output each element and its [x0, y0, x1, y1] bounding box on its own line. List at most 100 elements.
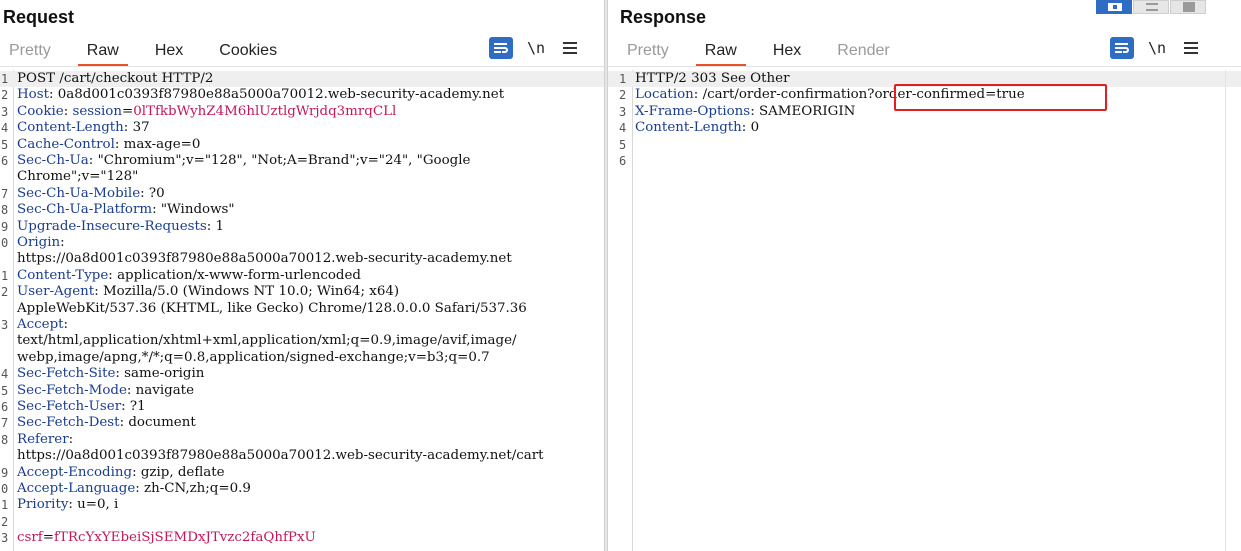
- tab-pretty[interactable]: Pretty: [0, 38, 60, 66]
- line-text: Sec-Fetch-Site: same-origin: [17, 366, 204, 382]
- code-line[interactable]: 6: [608, 153, 1241, 169]
- tab-pretty[interactable]: Pretty: [618, 38, 678, 66]
- layout-split-icon[interactable]: [1096, 0, 1132, 14]
- word-wrap-icon[interactable]: [1110, 37, 1134, 59]
- code-line[interactable]: 3 Cookie: session=0lTfkbWyhZ4M6hlUztlgWrj…: [0, 104, 604, 120]
- code-line[interactable]: 8 Referer:: [0, 432, 604, 448]
- code-line[interactable]: text/html,application/xhtml+xml,applicat…: [0, 333, 604, 349]
- code-line[interactable]: webp,image/apng,*/*;q=0.8,application/si…: [0, 350, 604, 366]
- tab-render[interactable]: Render: [828, 38, 898, 66]
- annotation-highlight-box: [894, 84, 1107, 111]
- code-line[interactable]: 0 Origin:: [0, 235, 604, 251]
- code-line[interactable]: 1 POST /cart/checkout HTTP/2: [0, 71, 604, 88]
- code-line[interactable]: 3 Accept:: [0, 317, 604, 333]
- hamburger-menu-icon[interactable]: [1184, 42, 1199, 54]
- text-segment: =: [42, 530, 54, 546]
- param-value: fTRcYxYEbeiSjSEMDxJTvzc2faQhfPxU: [53, 530, 316, 546]
- code-line[interactable]: 5 Cache-Control: max-age=0: [0, 137, 604, 153]
- response-scrollbar[interactable]: [1225, 70, 1241, 551]
- line-text: https://0a8d001c0393f87980e88a5000a70012…: [17, 448, 543, 464]
- line-number: 2: [1, 88, 9, 103]
- text-segment: :: [60, 235, 65, 250]
- response-title: Response: [620, 7, 707, 27]
- text-segment: : Mozilla/5.0 (Windows NT 10.0; Win64; x…: [94, 284, 400, 300]
- text-segment: : gzip, deflate: [132, 464, 225, 480]
- code-line[interactable]: 3 csrf=fTRcYxYEbeiSjSEMDxJTvzc2faQhfPxU: [0, 530, 604, 546]
- code-line[interactable]: 1 Content-Type: application/x-www-form-ur…: [0, 268, 604, 284]
- line-text: Priority: u=0, i: [17, 497, 118, 513]
- code-line[interactable]: 6 Sec-Ch-Ua: "Chromium";v="128", "Not;A=B…: [0, 153, 604, 169]
- response-editor[interactable]: 1 HTTP/2 303 See Other 2 Location: /cart/or…: [608, 70, 1241, 551]
- line-number: 7: [1, 186, 9, 201]
- line-number: 6: [619, 154, 627, 168]
- request-panel: Request Pretty Raw Hex Cookies \n 1 POST …: [0, 0, 604, 551]
- header-name: User-Agent: [17, 284, 95, 300]
- tab-cookies[interactable]: Cookies: [210, 38, 286, 66]
- code-line[interactable]: https://0a8d001c0393f87980e88a5000a70012…: [0, 448, 604, 464]
- code-line[interactable]: AppleWebKit/537.36 (KHTML, like Gecko) C…: [0, 301, 604, 317]
- text-segment: : ?1: [121, 399, 146, 414]
- code-line[interactable]: 5 Sec-Fetch-Mode: navigate: [0, 383, 604, 399]
- text-segment: Chrome";v="128": [17, 169, 139, 185]
- tab-hex[interactable]: Hex: [146, 38, 192, 66]
- text-segment: :: [68, 431, 74, 447]
- code-line[interactable]: 2 User-Agent: Mozilla/5.0 (Windows NT 10.…: [0, 284, 604, 300]
- code-line[interactable]: 5: [608, 137, 1241, 153]
- text-segment: : zh-CN,zh;q=0.9: [135, 481, 251, 496]
- text-segment: : 37: [123, 120, 150, 136]
- text-segment: : 0a8d001c0393f87980e88a5000a70012.web-s…: [49, 87, 505, 103]
- line-text: Sec-Ch-Ua-Platform: "Windows": [17, 202, 235, 218]
- code-line[interactable]: https://0a8d001c0393f87980e88a5000a70012…: [0, 251, 604, 267]
- param-value: csrf: [17, 530, 43, 546]
- code-line[interactable]: 0 Accept-Language: zh-CN,zh;q=0.9: [0, 481, 604, 497]
- line-number: 0: [1, 236, 9, 250]
- show-newlines-button[interactable]: \n: [527, 39, 545, 57]
- line-number: 4: [619, 121, 627, 136]
- code-line[interactable]: 1 Priority: u=0, i: [0, 497, 604, 513]
- line-number: 1: [1, 268, 9, 283]
- line-number: 1: [1, 72, 9, 86]
- header-name: Priority: [17, 497, 69, 513]
- text-segment: HTTP/2 303 See Other: [635, 71, 790, 86]
- show-newlines-button[interactable]: \n: [1148, 39, 1166, 57]
- code-line[interactable]: 7 Sec-Ch-Ua-Mobile: ?0: [0, 186, 604, 202]
- word-wrap-icon[interactable]: [489, 37, 513, 59]
- code-line[interactable]: 2: [0, 514, 604, 530]
- header-name: Referer: [17, 431, 69, 447]
- layout-horizontal-icon[interactable]: [1133, 0, 1169, 14]
- request-editor[interactable]: 1 POST /cart/checkout HTTP/2 2 Host: 0a8d00…: [0, 70, 604, 551]
- line-number: 3: [1, 531, 9, 546]
- header-name: Content-Type: [17, 267, 109, 283]
- text-segment: : "Chromium";v="128", "Not;A=Brand";v="2…: [88, 153, 471, 168]
- code-line[interactable]: 4 Sec-Fetch-Site: same-origin: [0, 366, 604, 382]
- tab-raw[interactable]: Raw: [695, 38, 746, 66]
- line-text: Cache-Control: max-age=0: [17, 137, 200, 153]
- tab-raw[interactable]: Raw: [77, 38, 128, 66]
- code-line[interactable]: 8 Sec-Ch-Ua-Platform: "Windows": [0, 202, 604, 218]
- code-line[interactable]: 7 Sec-Fetch-Dest: document: [0, 415, 604, 431]
- line-number: 1: [1, 498, 9, 513]
- header-name: Accept: [17, 317, 64, 332]
- code-line[interactable]: 4 Content-Length: 0: [608, 120, 1241, 136]
- code-line[interactable]: 2 Host: 0a8d001c0393f87980e88a5000a70012.…: [0, 87, 604, 103]
- text-segment: : application/x-www-form-urlencoded: [108, 267, 361, 283]
- tab-hex[interactable]: Hex: [764, 38, 810, 66]
- line-text: Accept-Encoding: gzip, deflate: [17, 465, 225, 481]
- line-text: https://0a8d001c0393f87980e88a5000a70012…: [17, 251, 512, 267]
- code-line[interactable]: 4 Content-Length: 37: [0, 120, 604, 136]
- code-line[interactable]: 9 Accept-Encoding: gzip, deflate: [0, 465, 604, 481]
- line-text: Sec-Ch-Ua-Mobile: ?0: [17, 186, 165, 202]
- layout-single-icon[interactable]: [1170, 0, 1206, 14]
- text-segment: : same-origin: [115, 366, 205, 382]
- text-segment: https://0a8d001c0393f87980e88a5000a70012…: [17, 251, 512, 267]
- header-name: Content-Length: [17, 120, 124, 136]
- line-text: Sec-Fetch-Mode: navigate: [17, 383, 194, 399]
- hamburger-menu-icon[interactable]: [563, 42, 578, 54]
- text-segment: : 1: [206, 218, 225, 234]
- code-line[interactable]: Chrome";v="128": [0, 169, 604, 185]
- line-text: text/html,application/xhtml+xml,applicat…: [17, 333, 517, 349]
- request-tabs: Pretty Raw Hex Cookies: [0, 38, 304, 66]
- code-line[interactable]: 6 Sec-Fetch-User: ?1: [0, 399, 604, 415]
- code-line[interactable]: 9 Upgrade-Insecure-Requests: 1: [0, 219, 604, 235]
- line-text: AppleWebKit/537.36 (KHTML, like Gecko) C…: [17, 301, 527, 317]
